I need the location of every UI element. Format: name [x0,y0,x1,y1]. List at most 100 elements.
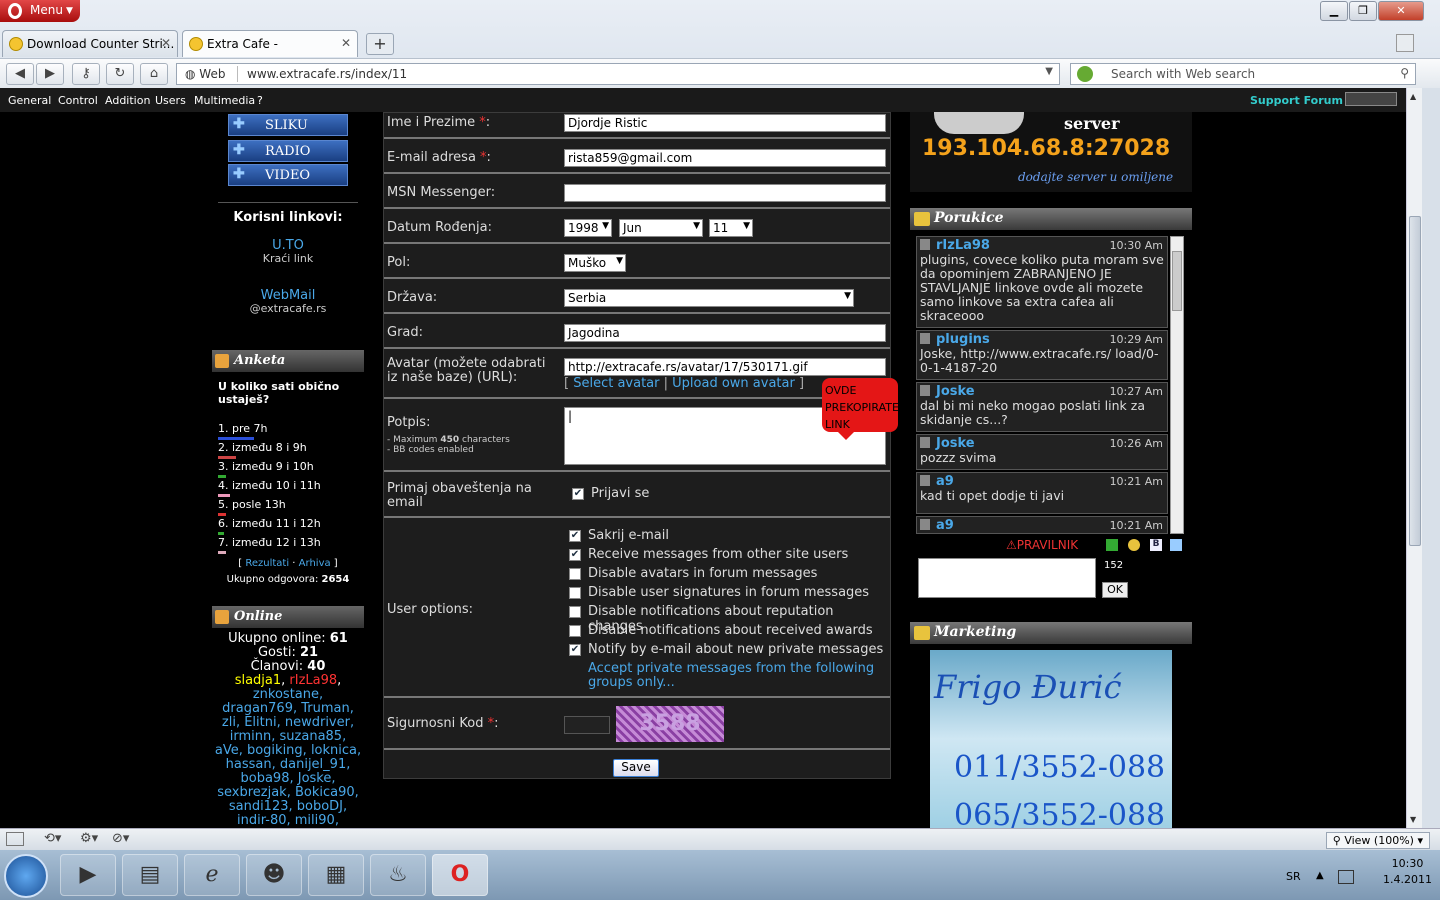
chevron-down-icon[interactable]: ▼ [1045,66,1053,77]
minimize-button[interactable]: ▁ [1320,1,1348,21]
chat-scrollbar[interactable] [1170,236,1184,534]
maximize-button[interactable]: ❐ [1349,1,1377,21]
upload-avatar-link[interactable]: Upload own avatar [672,376,795,391]
panel-toggle-icon[interactable] [6,832,24,846]
notify-checkbox[interactable]: ✔ [572,488,584,500]
sync-icon[interactable]: ⟲▾ [44,831,61,846]
bookmark-help[interactable]: ? [257,94,263,107]
online-user[interactable]: sladja1 [235,673,281,688]
game-app-icon[interactable]: ☻ [246,854,302,896]
chat-username[interactable]: rIzLa98 [936,238,990,253]
forward-button[interactable]: ▶ [36,63,64,85]
clock[interactable]: 10:30 1.4.2011 [1383,856,1432,888]
search-input[interactable]: Search with Web search ⚲ [1070,63,1416,85]
chat-username[interactable]: Joske [936,384,975,399]
user-option-checkbox[interactable]: ✔ [569,644,581,656]
poll-results-link[interactable]: Rezultati [245,558,289,569]
frigo-ad-banner[interactable]: Frigo Đurić 011/3552-088 065/3552-088 [930,650,1172,828]
file-explorer-icon[interactable]: ▤ [122,854,178,896]
user-option-checkbox[interactable] [569,625,581,637]
dob-month-select[interactable]: Jun ▼ [619,219,703,237]
user-option-checkbox[interactable] [569,587,581,599]
country-select[interactable]: Serbia ▼ [564,289,854,307]
bookmark-addition[interactable]: Addition [105,94,150,107]
close-tab-icon[interactable]: ✕ [341,36,351,50]
network-icon[interactable] [1338,870,1354,884]
tab-download-counter[interactable]: Download Counter Stri... ✕ [2,30,178,57]
new-tab-button[interactable]: + [366,33,394,55]
support-forum-link[interactable]: Support Forum [1250,94,1343,107]
sliku-button[interactable]: ✚ SLIKU [228,114,348,136]
city-input[interactable]: Jagodina [564,324,886,342]
email-input[interactable]: rista859@gmail.com [564,149,886,167]
smiley-icon[interactable] [1128,539,1140,551]
dob-year-select[interactable]: 1998 ▼ [564,219,612,237]
poll-archive-link[interactable]: Arhiva [299,558,331,569]
bookmark-control[interactable]: Control [58,94,98,107]
bookmark-users[interactable]: Users [155,94,186,107]
back-button[interactable]: ◀ [6,63,34,85]
online-users-list[interactable]: znkostane, dragan769, Truman, zli, Elitn… [214,688,362,828]
add-server-link[interactable]: dodajte server u omiljene [1018,170,1173,184]
bookmark-general[interactable]: General [8,94,51,107]
close-tab-icon[interactable]: ✕ [161,36,171,50]
user-option-checkbox[interactable] [569,568,581,580]
select-avatar-link[interactable]: Select avatar [573,376,659,391]
webmail-link[interactable]: WebMail [212,288,364,303]
search-icon[interactable]: ⚲ [1400,66,1409,80]
opera-menu-button[interactable]: Menu ▼ [0,0,80,22]
rules-link[interactable]: ⚠PRAVILNIK [1006,538,1078,552]
trash-icon[interactable] [1396,34,1414,52]
address-bar[interactable]: ◍ Web www.extracafe.rs/index/11 ▼ [176,63,1060,85]
refresh-icon[interactable] [1106,539,1118,551]
scroll-up-icon[interactable]: ▲ [1410,92,1416,101]
user-option-checkbox[interactable] [569,606,581,618]
key-icon[interactable]: ⚷ [72,63,100,85]
uto-link[interactable]: U.TO [212,238,364,253]
bookmark-slider[interactable] [1345,92,1397,106]
msn-input[interactable] [564,184,886,202]
page-scrollbar[interactable]: ▲ ▼ [1406,88,1422,828]
chat-username[interactable]: Joske [936,436,975,451]
media-player-icon[interactable]: ▶ [60,854,116,896]
settings-icon[interactable]: ⊘▾ [112,831,129,846]
chat-username[interactable]: plugins [936,332,990,347]
user-option-checkbox[interactable]: ✔ [569,549,581,561]
gender-select[interactable]: Muško ▼ [564,254,626,272]
chat-ok-button[interactable]: OK [1102,582,1128,598]
chat-input[interactable] [918,558,1096,598]
captcha-input[interactable] [564,716,610,734]
user-option-checkbox[interactable]: ✔ [569,530,581,542]
video-button[interactable]: ✚ VIDEO [228,164,348,186]
avatar-url-input[interactable]: http://extracafe.rs/avatar/17/530171.gif [564,358,886,376]
image-icon[interactable] [1170,539,1182,551]
scrollbar-thumb[interactable] [1409,216,1421,546]
home-button[interactable]: ⌂ [140,63,168,85]
bookmark-multimedia[interactable]: Multimedia [194,94,255,107]
chat-username[interactable]: a9 [936,518,954,533]
internet-explorer-icon[interactable]: ℯ [184,854,240,896]
tray-expand-icon[interactable]: ▲ [1316,870,1324,881]
online-user[interactable]: rIzLa98 [289,673,337,688]
share-icon[interactable]: ⚙▾ [80,831,98,846]
chat-text: plugins, covece koliko puta moram sve da… [920,252,1164,323]
scroll-down-icon[interactable]: ▼ [1410,815,1416,824]
tab-extra-cafe[interactable]: Extra Cafe - ✕ [182,30,358,57]
chat-username[interactable]: a9 [936,474,954,489]
reload-button[interactable]: ↻ [106,63,134,85]
start-button[interactable] [4,854,48,898]
accept-pm-link[interactable]: Accept private messages from the followi… [588,662,878,690]
save-button[interactable]: Save [613,759,659,777]
radio-button[interactable]: ✚ RADIO [228,140,348,162]
search-engine-icon[interactable] [1077,66,1093,82]
dob-day-select[interactable]: 11 ▼ [709,219,753,237]
winrar-icon[interactable]: ▦ [308,854,364,896]
name-input[interactable]: Djordje Ristic [564,114,886,132]
close-window-button[interactable]: ✕ [1378,1,1424,21]
zoom-control[interactable]: ⚲ View (100%) ▾ [1325,832,1430,849]
opera-taskbar-icon[interactable]: O [432,854,488,896]
steam-icon[interactable]: ♨ [370,854,426,896]
server-ip[interactable]: 193.104.68.8:27028 [922,136,1170,161]
bold-icon[interactable]: B [1150,539,1162,551]
language-indicator[interactable]: SR [1286,870,1301,883]
